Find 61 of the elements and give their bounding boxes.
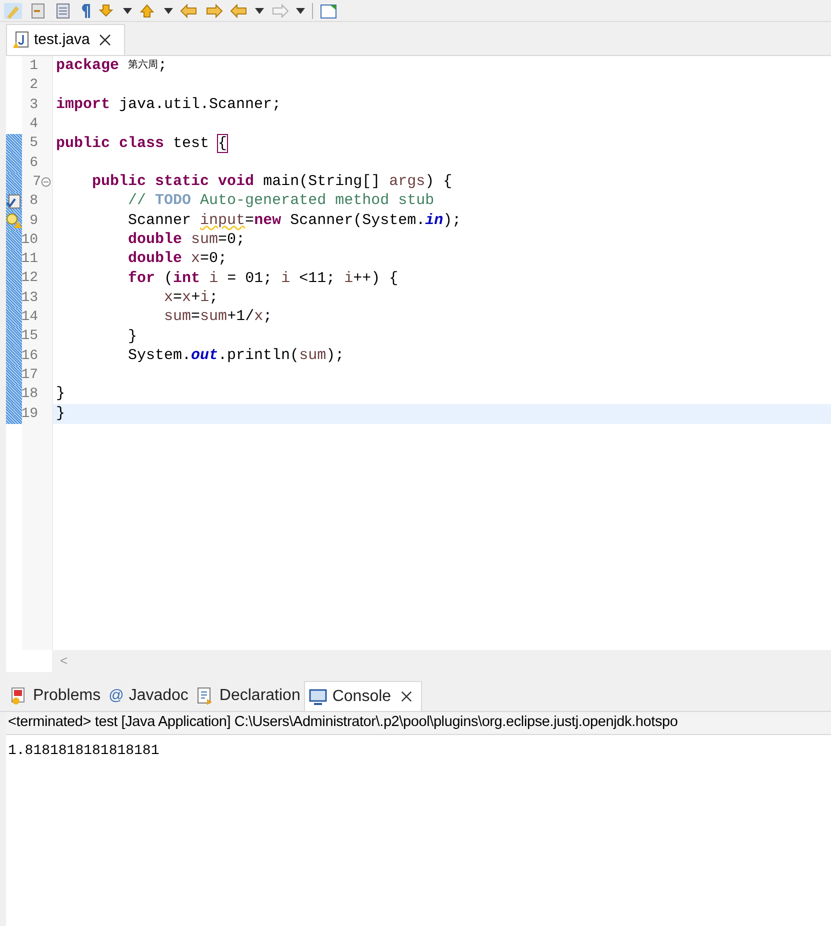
page-icon[interactable] [54, 2, 72, 18]
line-number: 19 [21, 404, 38, 424]
declaration-icon [196, 687, 214, 705]
code-line: Scanner input=new Scanner(System.in); [127, 210, 462, 231]
line-number: 16 [21, 346, 38, 366]
arrow-left-icon[interactable] [180, 2, 198, 18]
line-number: 15 [21, 327, 38, 346]
line-number: 9 [30, 212, 38, 231]
close-icon[interactable] [98, 33, 112, 47]
back-arrow-icon[interactable] [230, 2, 248, 18]
code-line: double x=0; [127, 249, 228, 270]
code-line: } [56, 384, 66, 404]
editor-tab[interactable]: test.java [6, 24, 125, 55]
code-line: import java.util.Scanner; [56, 95, 282, 115]
line-number: 14 [21, 308, 38, 328]
line-number: 10 [21, 230, 38, 250]
line-number: 1 [30, 57, 38, 76]
panel-tab[interactable]: @ Javadoc [104, 681, 192, 711]
line-number: 17 [21, 366, 38, 385]
panel-tab[interactable]: Console [304, 681, 422, 711]
code-line: System.out.println(sum); [127, 346, 344, 366]
code-line: public static void main(String[] args) { [91, 172, 452, 192]
window-icon[interactable] [320, 2, 338, 18]
line-number: 8 [30, 192, 38, 212]
code-line: for (int i = 01; i <11; i++) { [127, 268, 398, 289]
code-line: sum=sum+1/x; [163, 307, 272, 328]
pilcrow-icon[interactable] [79, 2, 91, 18]
line-number: 7 [32, 172, 41, 192]
dropdown-caret-icon[interactable] [164, 8, 173, 14]
line-number: 5 [30, 134, 38, 154]
code-line: } [56, 404, 66, 424]
line-number: 11 [21, 250, 38, 270]
arrow-down-icon[interactable] [98, 2, 116, 18]
line-number: 3 [30, 96, 38, 115]
java-file-icon [12, 31, 30, 49]
console-output: 1.8181818181818181 [8, 743, 160, 759]
dropdown-caret-icon[interactable] [296, 8, 305, 14]
code-line: // TODO Auto-generated method stub [127, 191, 434, 212]
line-number: 2 [30, 76, 38, 96]
arrow-right-icon[interactable] [205, 2, 223, 18]
at-sign-icon: @ [108, 684, 124, 708]
code-line: public class test { [56, 134, 228, 154]
line-number: 4 [30, 115, 38, 134]
collapse-icon[interactable] [41, 177, 51, 188]
dropdown-caret-icon[interactable] [123, 8, 132, 14]
code-line: x=x+i; [163, 288, 218, 308]
panel-tab[interactable]: Declaration [192, 681, 304, 711]
document-icon[interactable] [29, 2, 47, 18]
line-number: 6 [30, 154, 38, 173]
panel-tab[interactable]: Problems [6, 681, 105, 711]
code-line: double sum=0; [127, 230, 246, 250]
line-number: 18 [21, 385, 38, 404]
console-header: <terminated> test [Java Application] C:\Users\Administrator\.p2\pool\plugins\org.eclipse.justj.openjdk.hotspo [8, 713, 678, 732]
line-number: 12 [21, 269, 38, 288]
console-icon [309, 688, 328, 706]
close-icon[interactable] [400, 690, 414, 703]
arrow-up-icon[interactable] [139, 2, 157, 18]
dropdown-caret-icon[interactable] [255, 8, 264, 14]
code-line: } [127, 326, 138, 347]
forward-arrow-icon[interactable] [271, 2, 289, 18]
line-number: 13 [21, 288, 38, 308]
